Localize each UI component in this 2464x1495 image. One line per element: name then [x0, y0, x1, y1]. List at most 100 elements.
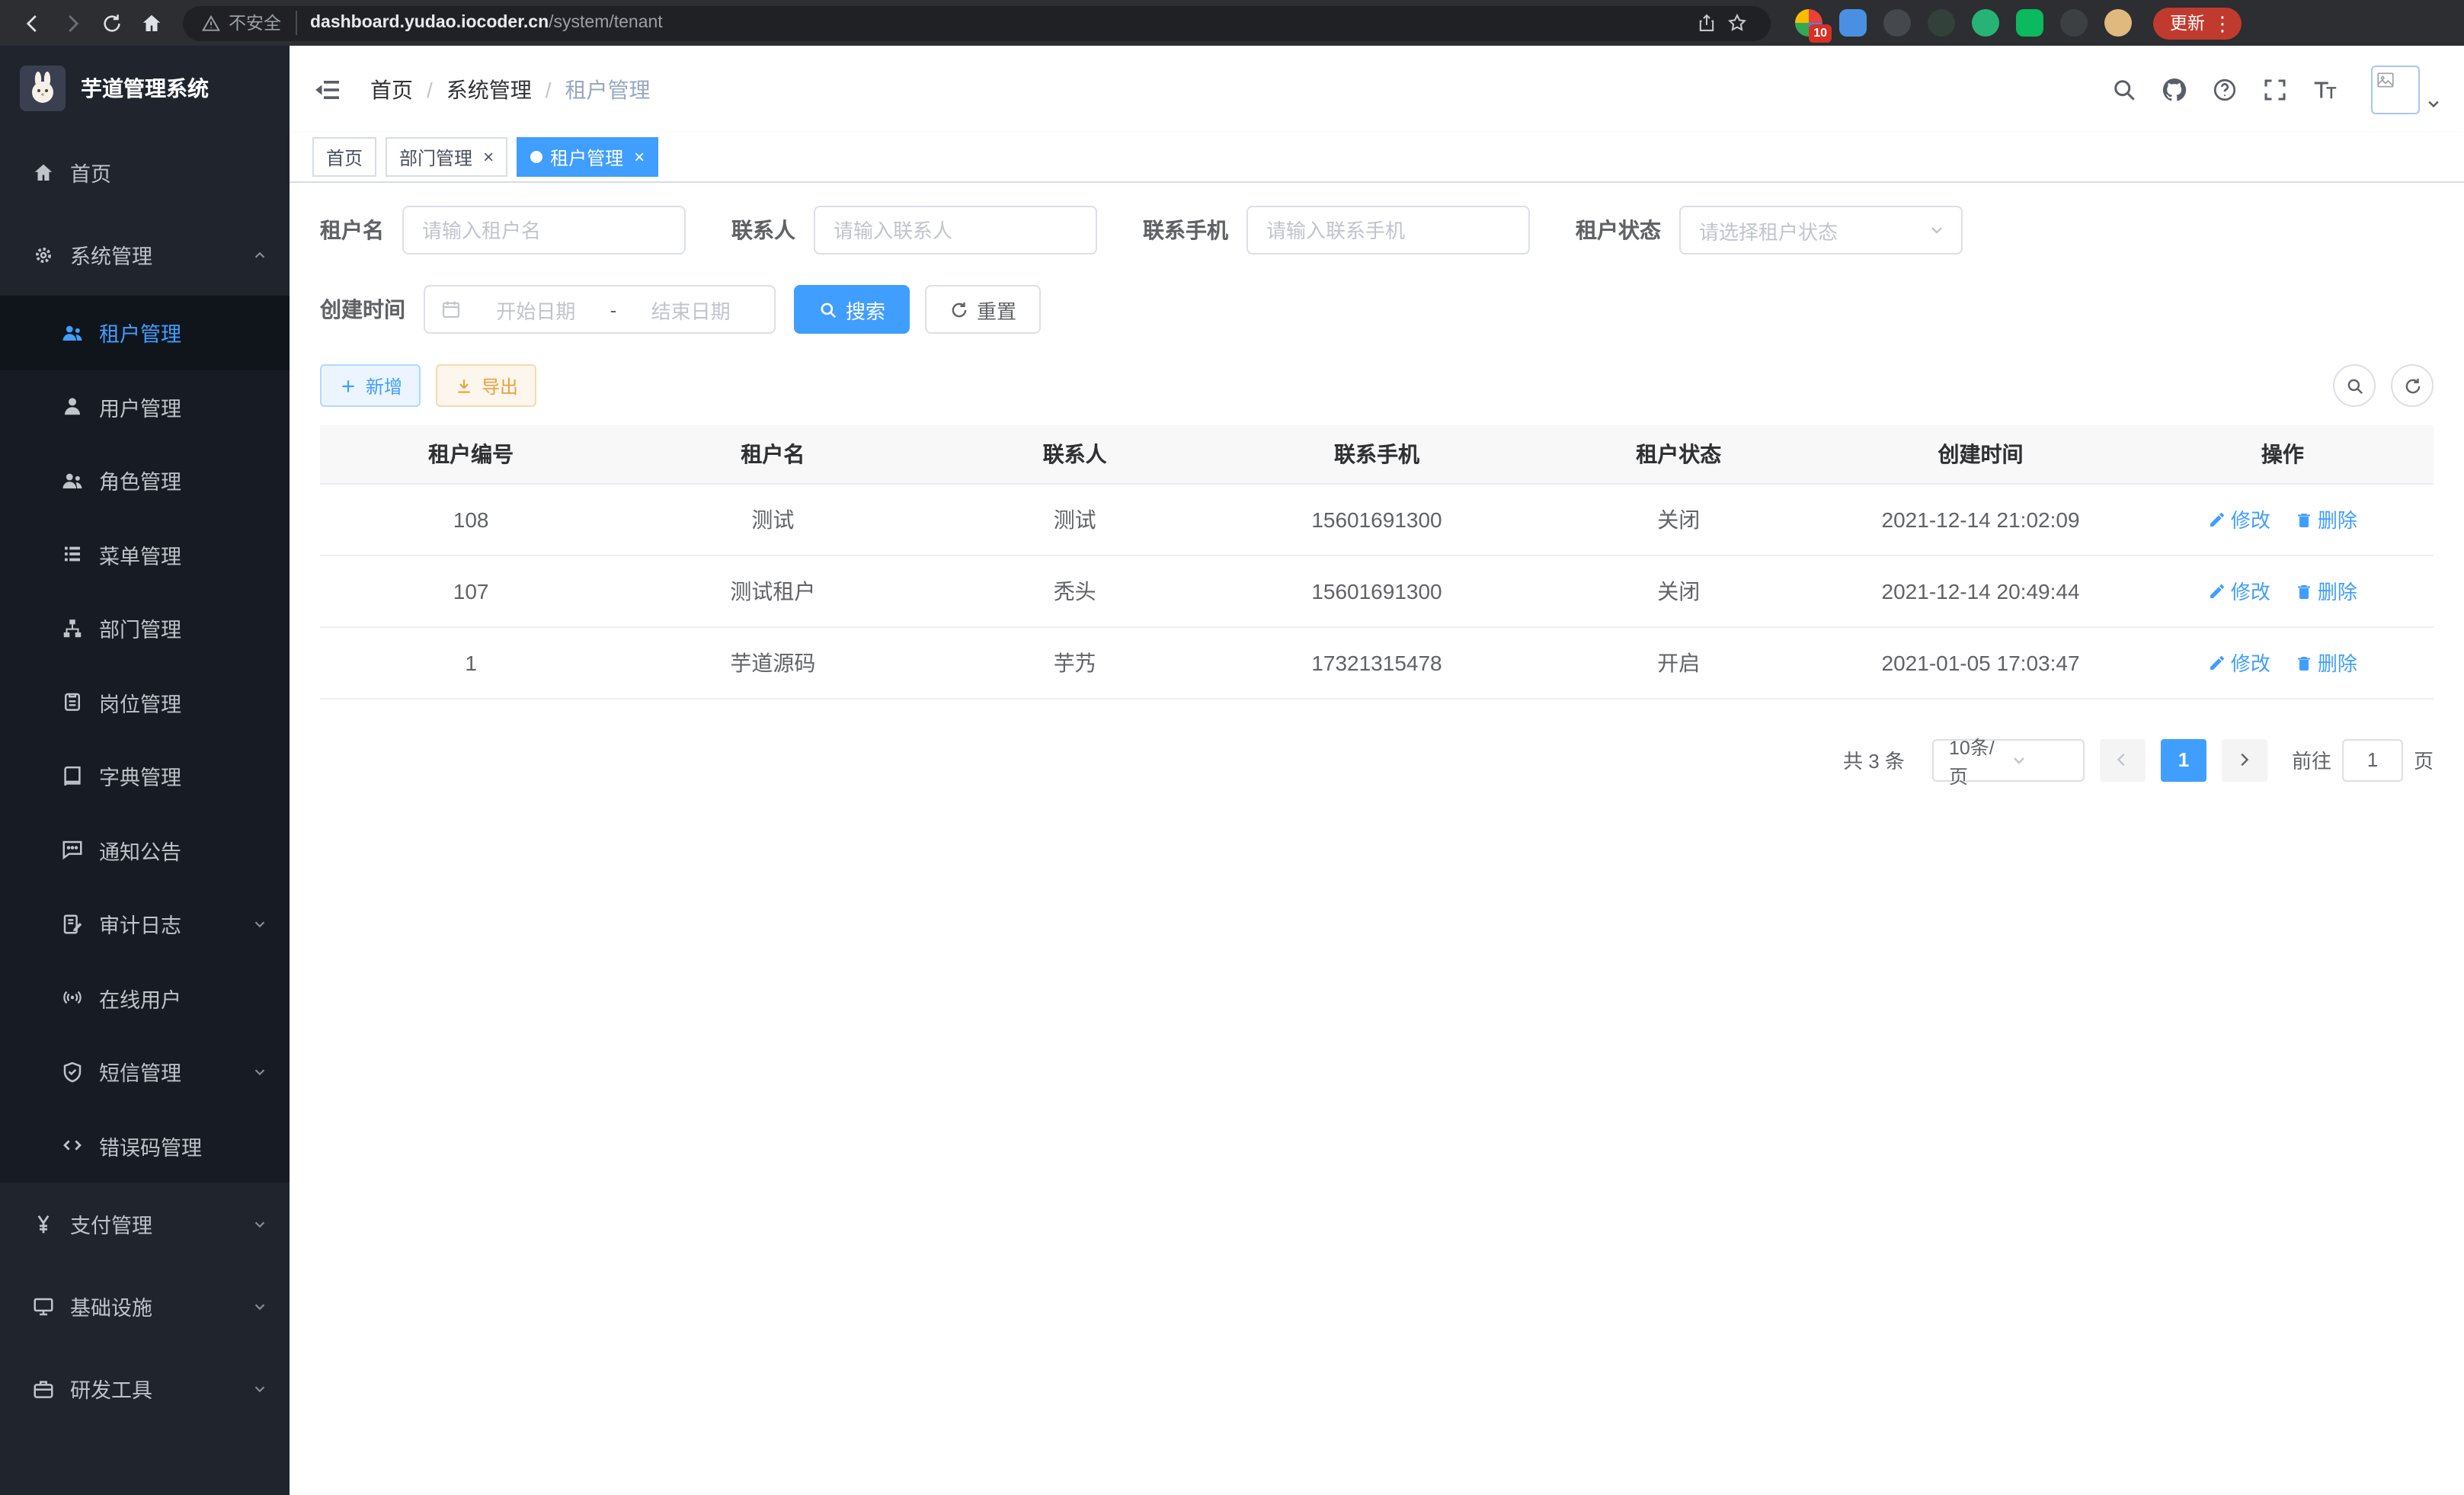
browser-update-button[interactable]: 更新 ⋮ — [2153, 7, 2242, 39]
close-icon[interactable]: × — [634, 148, 645, 166]
sidebar-item-online-users[interactable]: 在线用户 — [0, 961, 290, 1035]
tab-tenant-management[interactable]: 租户管理 × — [517, 137, 658, 177]
end-date-placeholder[interactable]: 结束日期 — [622, 295, 759, 324]
broadcast-icon — [61, 987, 84, 1010]
sidebar-item-label: 错误码管理 — [99, 1131, 202, 1161]
monitor-icon — [32, 1295, 55, 1317]
add-button[interactable]: 新增 — [320, 364, 421, 407]
extension-icon-2[interactable] — [1839, 9, 1867, 37]
extensions-area: 10 — [1795, 9, 2132, 37]
sidebar-item-notice[interactable]: 通知公告 — [0, 813, 290, 887]
reset-button[interactable]: 重置 — [925, 285, 1041, 334]
extension-icon-3[interactable] — [1883, 9, 1911, 37]
delete-link[interactable]: 删除 — [2295, 576, 2357, 605]
github-icon[interactable] — [2161, 75, 2188, 103]
sidebar-item-dept-management[interactable]: 部门管理 — [0, 591, 290, 665]
reload-icon[interactable] — [91, 3, 131, 43]
sidebar-item-dict-management[interactable]: 字典管理 — [0, 739, 290, 813]
forward-icon[interactable] — [52, 3, 91, 43]
sidebar-item-user-management[interactable]: 用户管理 — [0, 370, 290, 443]
phone-input[interactable] — [1246, 206, 1530, 255]
user-avatar[interactable] — [2371, 65, 2420, 114]
sidebar-item-payment-management[interactable]: 支付管理 — [0, 1183, 290, 1265]
create-time-range-picker[interactable]: 开始日期 - 结束日期 — [424, 285, 776, 334]
close-icon[interactable]: × — [483, 148, 494, 166]
tab-dept-management[interactable]: 部门管理 × — [386, 137, 507, 177]
delete-link[interactable]: 删除 — [2295, 504, 2357, 533]
sidebar-item-label: 审计日志 — [99, 909, 181, 940]
breadcrumb: 首页 / 系统管理 / 租户管理 — [370, 74, 651, 104]
page-content: 租户名 联系人 联系手机 租户状态 请选择租户状态 — [290, 183, 2464, 1495]
extension-icon-1[interactable]: 10 — [1795, 9, 1822, 37]
contact-input[interactable] — [814, 206, 1097, 255]
sidebar-item-infrastructure[interactable]: 基础设施 — [0, 1265, 290, 1347]
app-logo[interactable]: 芋道管理系统 — [0, 46, 290, 131]
cell-tenant-name: 测试租户 — [622, 555, 923, 626]
refresh-table-button[interactable] — [2391, 364, 2434, 407]
sidebar-item-label: 岗位管理 — [99, 687, 181, 718]
back-icon[interactable] — [12, 3, 52, 43]
top-navbar: 首页 / 系统管理 / 租户管理 — [290, 46, 2464, 133]
edit-label: 修改 — [2231, 504, 2270, 533]
tenant-status-select[interactable]: 请选择租户状态 — [1679, 206, 1963, 255]
update-label: 更新 — [2170, 11, 2205, 35]
user-menu[interactable] — [2371, 65, 2441, 114]
edit-link[interactable]: 修改 — [2208, 576, 2270, 605]
sidebar-item-error-code[interactable]: 错误码管理 — [0, 1109, 290, 1183]
edit-link[interactable]: 修改 — [2208, 648, 2270, 677]
filter-status: 租户状态 请选择租户状态 — [1576, 206, 1963, 255]
puzzle-extensions-icon[interactable] — [2060, 9, 2088, 37]
page-size-select[interactable]: 10条/页 — [1932, 738, 2085, 781]
field-label: 租户状态 — [1576, 215, 1661, 245]
font-size-icon[interactable] — [2312, 75, 2339, 103]
help-icon[interactable] — [2211, 75, 2238, 103]
tab-home[interactable]: 首页 — [312, 137, 376, 177]
extension-icon-6[interactable] — [2016, 9, 2043, 37]
chevron-down-icon — [251, 1380, 268, 1397]
broken-image-icon — [2376, 69, 2395, 89]
browser-profile-avatar[interactable] — [2104, 9, 2132, 37]
export-button[interactable]: 导出 — [436, 364, 536, 407]
sidebar-item-tenant-management[interactable]: 租户管理 — [0, 296, 290, 370]
cell-tenant-name: 测试 — [622, 483, 923, 555]
cell-tenant-name: 芋道源码 — [622, 626, 923, 698]
sidebar-item-label: 通知公告 — [99, 835, 181, 866]
address-bar[interactable]: 不安全 dashboard.yudao.iocoder.cn/system/te… — [183, 5, 1771, 40]
bookmark-star-icon[interactable] — [1722, 8, 1752, 38]
extension-icon-4[interactable] — [1928, 9, 1955, 37]
browser-home-icon[interactable] — [131, 3, 171, 43]
start-date-placeholder[interactable]: 开始日期 — [468, 295, 604, 324]
goto-page-input[interactable] — [2342, 738, 2403, 781]
chevron-down-icon — [1928, 221, 1946, 239]
fullscreen-icon[interactable] — [2261, 75, 2289, 103]
extension-icon-5[interactable] — [1972, 9, 1999, 37]
sidebar-item-menu-management[interactable]: 菜单管理 — [0, 517, 290, 591]
prev-page-button[interactable] — [2100, 738, 2146, 781]
edit-link[interactable]: 修改 — [2208, 504, 2270, 533]
sidebar-item-post-management[interactable]: 岗位管理 — [0, 665, 290, 739]
sidebar-item-audit-log[interactable]: 审计日志 — [0, 887, 290, 961]
next-page-button[interactable] — [2222, 738, 2267, 781]
tenant-name-input[interactable] — [402, 206, 686, 255]
search-icon[interactable] — [2110, 75, 2138, 103]
breadcrumb-item[interactable]: 首页 — [370, 74, 413, 104]
calendar-icon — [440, 299, 462, 320]
browser-menu-icon[interactable]: ⋮ — [2213, 13, 2232, 33]
breadcrumb-item[interactable]: 系统管理 — [446, 74, 532, 104]
chevron-down-icon — [251, 1298, 268, 1314]
sidebar-item-label: 短信管理 — [99, 1057, 181, 1087]
sidebar-item-system-management[interactable]: 系统管理 — [0, 213, 290, 296]
sidebar-item-sms-management[interactable]: 短信管理 — [0, 1035, 290, 1109]
share-icon[interactable] — [1691, 8, 1722, 38]
sidebar-collapse-icon[interactable] — [312, 74, 343, 104]
toggle-search-button[interactable] — [2333, 364, 2376, 407]
sidebar-item-home[interactable]: 首页 — [0, 131, 290, 213]
sidebar-item-role-management[interactable]: 角色管理 — [0, 443, 290, 517]
sidebar-item-dev-tools[interactable]: 研发工具 — [0, 1347, 290, 1429]
security-indicator[interactable]: 不安全 — [201, 11, 296, 35]
page-number-button[interactable]: 1 — [2161, 738, 2206, 781]
delete-link[interactable]: 删除 — [2295, 648, 2357, 677]
sidebar-item-label: 角色管理 — [99, 466, 181, 496]
search-button[interactable]: 搜索 — [794, 285, 910, 334]
field-label: 创建时间 — [320, 294, 405, 325]
